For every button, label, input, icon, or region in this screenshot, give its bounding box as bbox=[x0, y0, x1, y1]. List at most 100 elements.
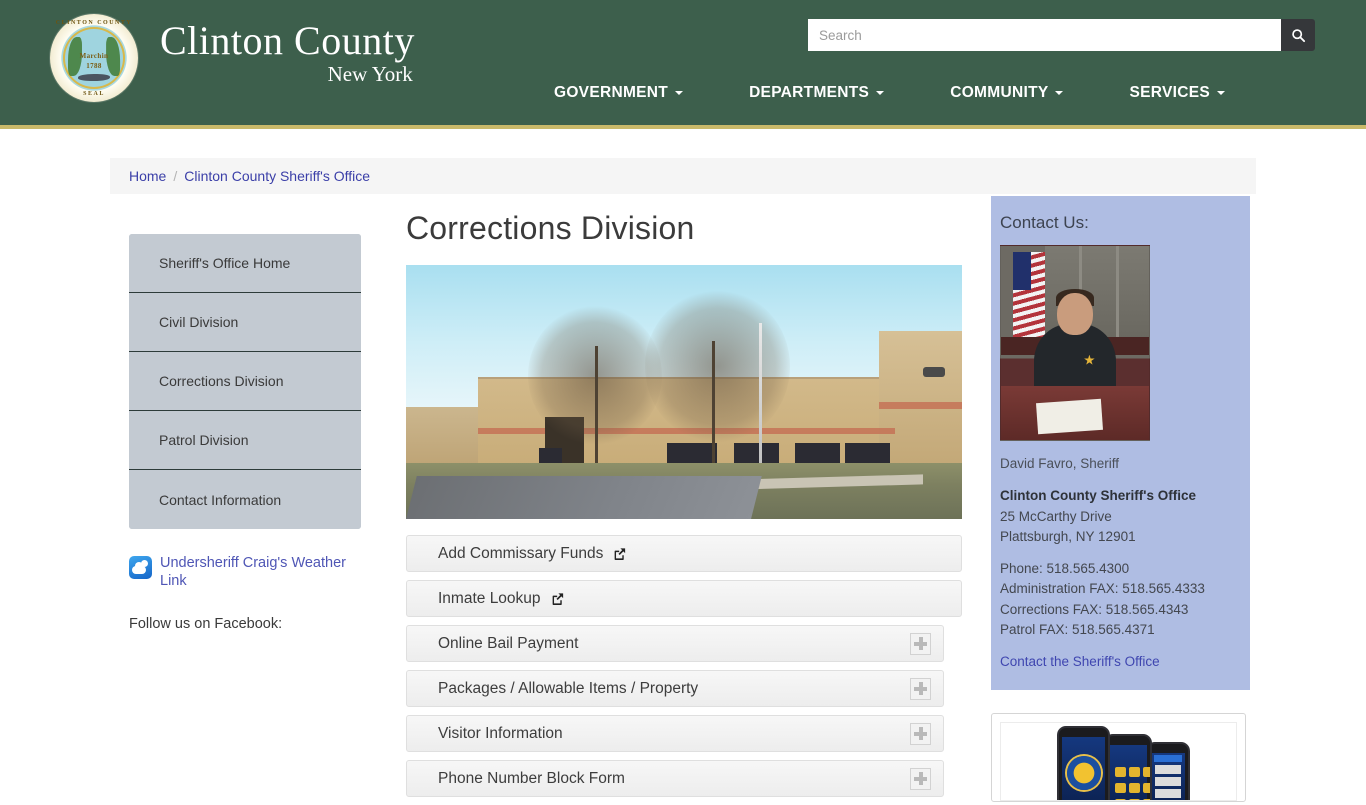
contact-office-name: Clinton County Sheriff's Office bbox=[1000, 488, 1196, 504]
app-grid-icon bbox=[1115, 799, 1126, 801]
sheriff-portrait-photo bbox=[1000, 245, 1150, 441]
nav-item-government[interactable]: GOVERNMENT bbox=[521, 84, 716, 102]
sidebar-item-patrol-division[interactable]: Patrol Division bbox=[129, 411, 361, 470]
main-content: Corrections Division Add Commissary Fund… bbox=[406, 210, 962, 805]
sheriff-name: David Favro, Sheriff bbox=[1000, 456, 1120, 471]
cloud-icon bbox=[132, 562, 146, 574]
phone-list-row bbox=[1155, 765, 1181, 775]
mobile-app-promo-image bbox=[1000, 722, 1237, 802]
search-input[interactable] bbox=[808, 19, 1281, 51]
photo-window bbox=[667, 442, 718, 464]
sidebar-item-sheriffs-office-home[interactable]: Sheriff's Office Home bbox=[129, 234, 361, 293]
accordion-label: Visitor Information bbox=[438, 724, 563, 742]
phone-screen-header bbox=[1154, 755, 1182, 763]
accordion-label-wrap: Packages / Allowable Items / Property bbox=[438, 680, 698, 698]
phone-list-row bbox=[1155, 789, 1181, 799]
accordion-label-wrap: Visitor Information bbox=[438, 725, 563, 743]
breadcrumb: Home / Clinton County Sheriff's Office bbox=[110, 158, 1256, 194]
accordion-label-wrap: Inmate Lookup bbox=[438, 590, 564, 608]
chevron-down-icon bbox=[675, 91, 684, 95]
seal-inner-line-2: 1788 bbox=[86, 61, 102, 70]
app-grid-icon bbox=[1115, 767, 1126, 778]
phone-mockup-1 bbox=[1057, 726, 1110, 801]
app-grid-icon bbox=[1129, 767, 1140, 778]
chevron-down-icon bbox=[1217, 91, 1225, 95]
chevron-down-icon bbox=[876, 91, 885, 95]
corrections-facility-photo bbox=[406, 265, 962, 519]
accordion-add-commissary-funds[interactable]: Add Commissary Funds bbox=[406, 535, 962, 572]
portrait-papers bbox=[1035, 398, 1103, 435]
app-grid-icon bbox=[1143, 783, 1150, 794]
accordion-phone-number-block-form[interactable]: Phone Number Block Form bbox=[406, 760, 944, 797]
photo-window bbox=[795, 442, 840, 464]
external-link-icon bbox=[550, 592, 564, 606]
accordion-label-wrap: Online Bail Payment bbox=[438, 635, 578, 653]
phone-screen bbox=[1062, 737, 1105, 801]
plus-icon[interactable] bbox=[910, 767, 931, 790]
nav-label-departments: DEPARTMENTS bbox=[749, 84, 870, 101]
plus-icon[interactable] bbox=[910, 677, 931, 700]
photo-flagpole bbox=[759, 323, 763, 481]
nav-label-government: GOVERNMENT bbox=[553, 84, 669, 101]
external-link-icon bbox=[612, 547, 626, 561]
sidebar-item-label: Patrol Division bbox=[159, 432, 249, 448]
app-grid-icon bbox=[1143, 799, 1150, 801]
sidebar-nav: Sheriff's Office Home Civil Division Cor… bbox=[129, 234, 361, 529]
mobile-app-promo[interactable] bbox=[991, 713, 1246, 803]
nav-item-community[interactable]: COMMUNITY bbox=[917, 84, 1096, 102]
sidebar-item-label: Sheriff's Office Home bbox=[159, 255, 291, 271]
plus-icon[interactable] bbox=[910, 722, 931, 745]
contact-fax-administration: Administration FAX: 518.565.4333 bbox=[1000, 581, 1205, 597]
nav-item-departments[interactable]: DEPARTMENTS bbox=[716, 84, 917, 102]
search-button[interactable] bbox=[1281, 19, 1315, 51]
accordion-packages-allowable-items-property[interactable]: Packages / Allowable Items / Property bbox=[406, 670, 944, 707]
main-navigation: GOVERNMENT DEPARTMENTS COMMUNITY SERVICE… bbox=[0, 84, 1366, 102]
left-sidebar: Sheriff's Office Home Civil Division Cor… bbox=[129, 234, 361, 632]
seal-ring-top-text: CLINTON COUNTY bbox=[55, 20, 133, 27]
sidebar-item-civil-division[interactable]: Civil Division bbox=[129, 293, 361, 352]
sidebar-item-label: Contact Information bbox=[159, 491, 282, 508]
accordion-label-wrap: Add Commissary Funds bbox=[438, 545, 626, 563]
site-subtitle: New York bbox=[327, 62, 413, 86]
photo-tree-trunk bbox=[595, 346, 599, 464]
phone-list-row bbox=[1155, 777, 1181, 787]
contact-sheriffs-office-link[interactable]: Contact the Sheriff's Office bbox=[1000, 652, 1241, 672]
accordion-label-wrap: Phone Number Block Form bbox=[438, 770, 625, 788]
site-header: CLINTON COUNTY Marchin 1788 SEAL Clinton… bbox=[0, 0, 1366, 129]
nav-item-services[interactable]: SERVICES bbox=[1096, 84, 1258, 102]
page-title: Corrections Division bbox=[406, 210, 695, 246]
sidebar-item-label: Civil Division bbox=[159, 314, 239, 330]
sidebar-item-corrections-division[interactable]: Corrections Division bbox=[129, 352, 361, 411]
sheriff-badge-icon bbox=[1066, 755, 1101, 790]
contact-phone: Phone: 518.565.4300 bbox=[1000, 561, 1130, 576]
seal-fish-icon bbox=[78, 73, 110, 81]
accordion-label: Packages / Allowable Items / Property bbox=[438, 679, 699, 697]
accordion-online-bail-payment[interactable]: Online Bail Payment bbox=[406, 625, 944, 662]
photo-wall-lamp bbox=[923, 366, 946, 377]
accordion-inmate-lookup[interactable]: Inmate Lookup bbox=[406, 580, 962, 617]
sidebar-item-label: Corrections Division bbox=[159, 373, 284, 389]
app-grid-icon bbox=[1129, 799, 1140, 801]
follow-facebook-label: Follow us on Facebook: bbox=[129, 616, 283, 633]
seal-inner-line-1: Marchin bbox=[79, 51, 109, 60]
breadcrumb-current[interactable]: Clinton County Sheriff's Office bbox=[184, 168, 370, 184]
contact-address-block: Clinton County Sheriff's Office 25 McCar… bbox=[1000, 486, 1241, 547]
contact-card: Contact Us: David Favro, Sheriff Clinton… bbox=[991, 196, 1250, 691]
right-sidebar: Contact Us: David Favro, Sheriff Clinton… bbox=[991, 196, 1250, 803]
photo-tree-trunk bbox=[711, 341, 715, 464]
site-title: Clinton County bbox=[160, 18, 415, 63]
breadcrumb-home-link[interactable]: Home bbox=[129, 168, 166, 184]
contact-phone-block: Phone: 518.565.4300 Administration FAX: … bbox=[1000, 559, 1241, 640]
plus-icon[interactable] bbox=[910, 632, 931, 655]
accordion-label: Phone Number Block Form bbox=[438, 769, 625, 787]
accordion-label: Add Commissary Funds bbox=[438, 544, 604, 562]
photo-roadway bbox=[406, 475, 762, 519]
breadcrumb-separator: / bbox=[173, 168, 178, 184]
portrait-face bbox=[1057, 292, 1093, 336]
contact-address-line-2: Plattsburgh, NY 12901 bbox=[1000, 528, 1136, 544]
chevron-down-icon bbox=[1055, 91, 1064, 95]
contact-details: David Favro, Sheriff Clinton County Sher… bbox=[991, 441, 1250, 672]
weather-link[interactable]: Undersheriff Craig's Weather Link bbox=[129, 554, 357, 590]
accordion-visitor-information[interactable]: Visitor Information bbox=[406, 715, 944, 752]
sidebar-item-contact-information[interactable]: Contact Information bbox=[129, 470, 361, 529]
